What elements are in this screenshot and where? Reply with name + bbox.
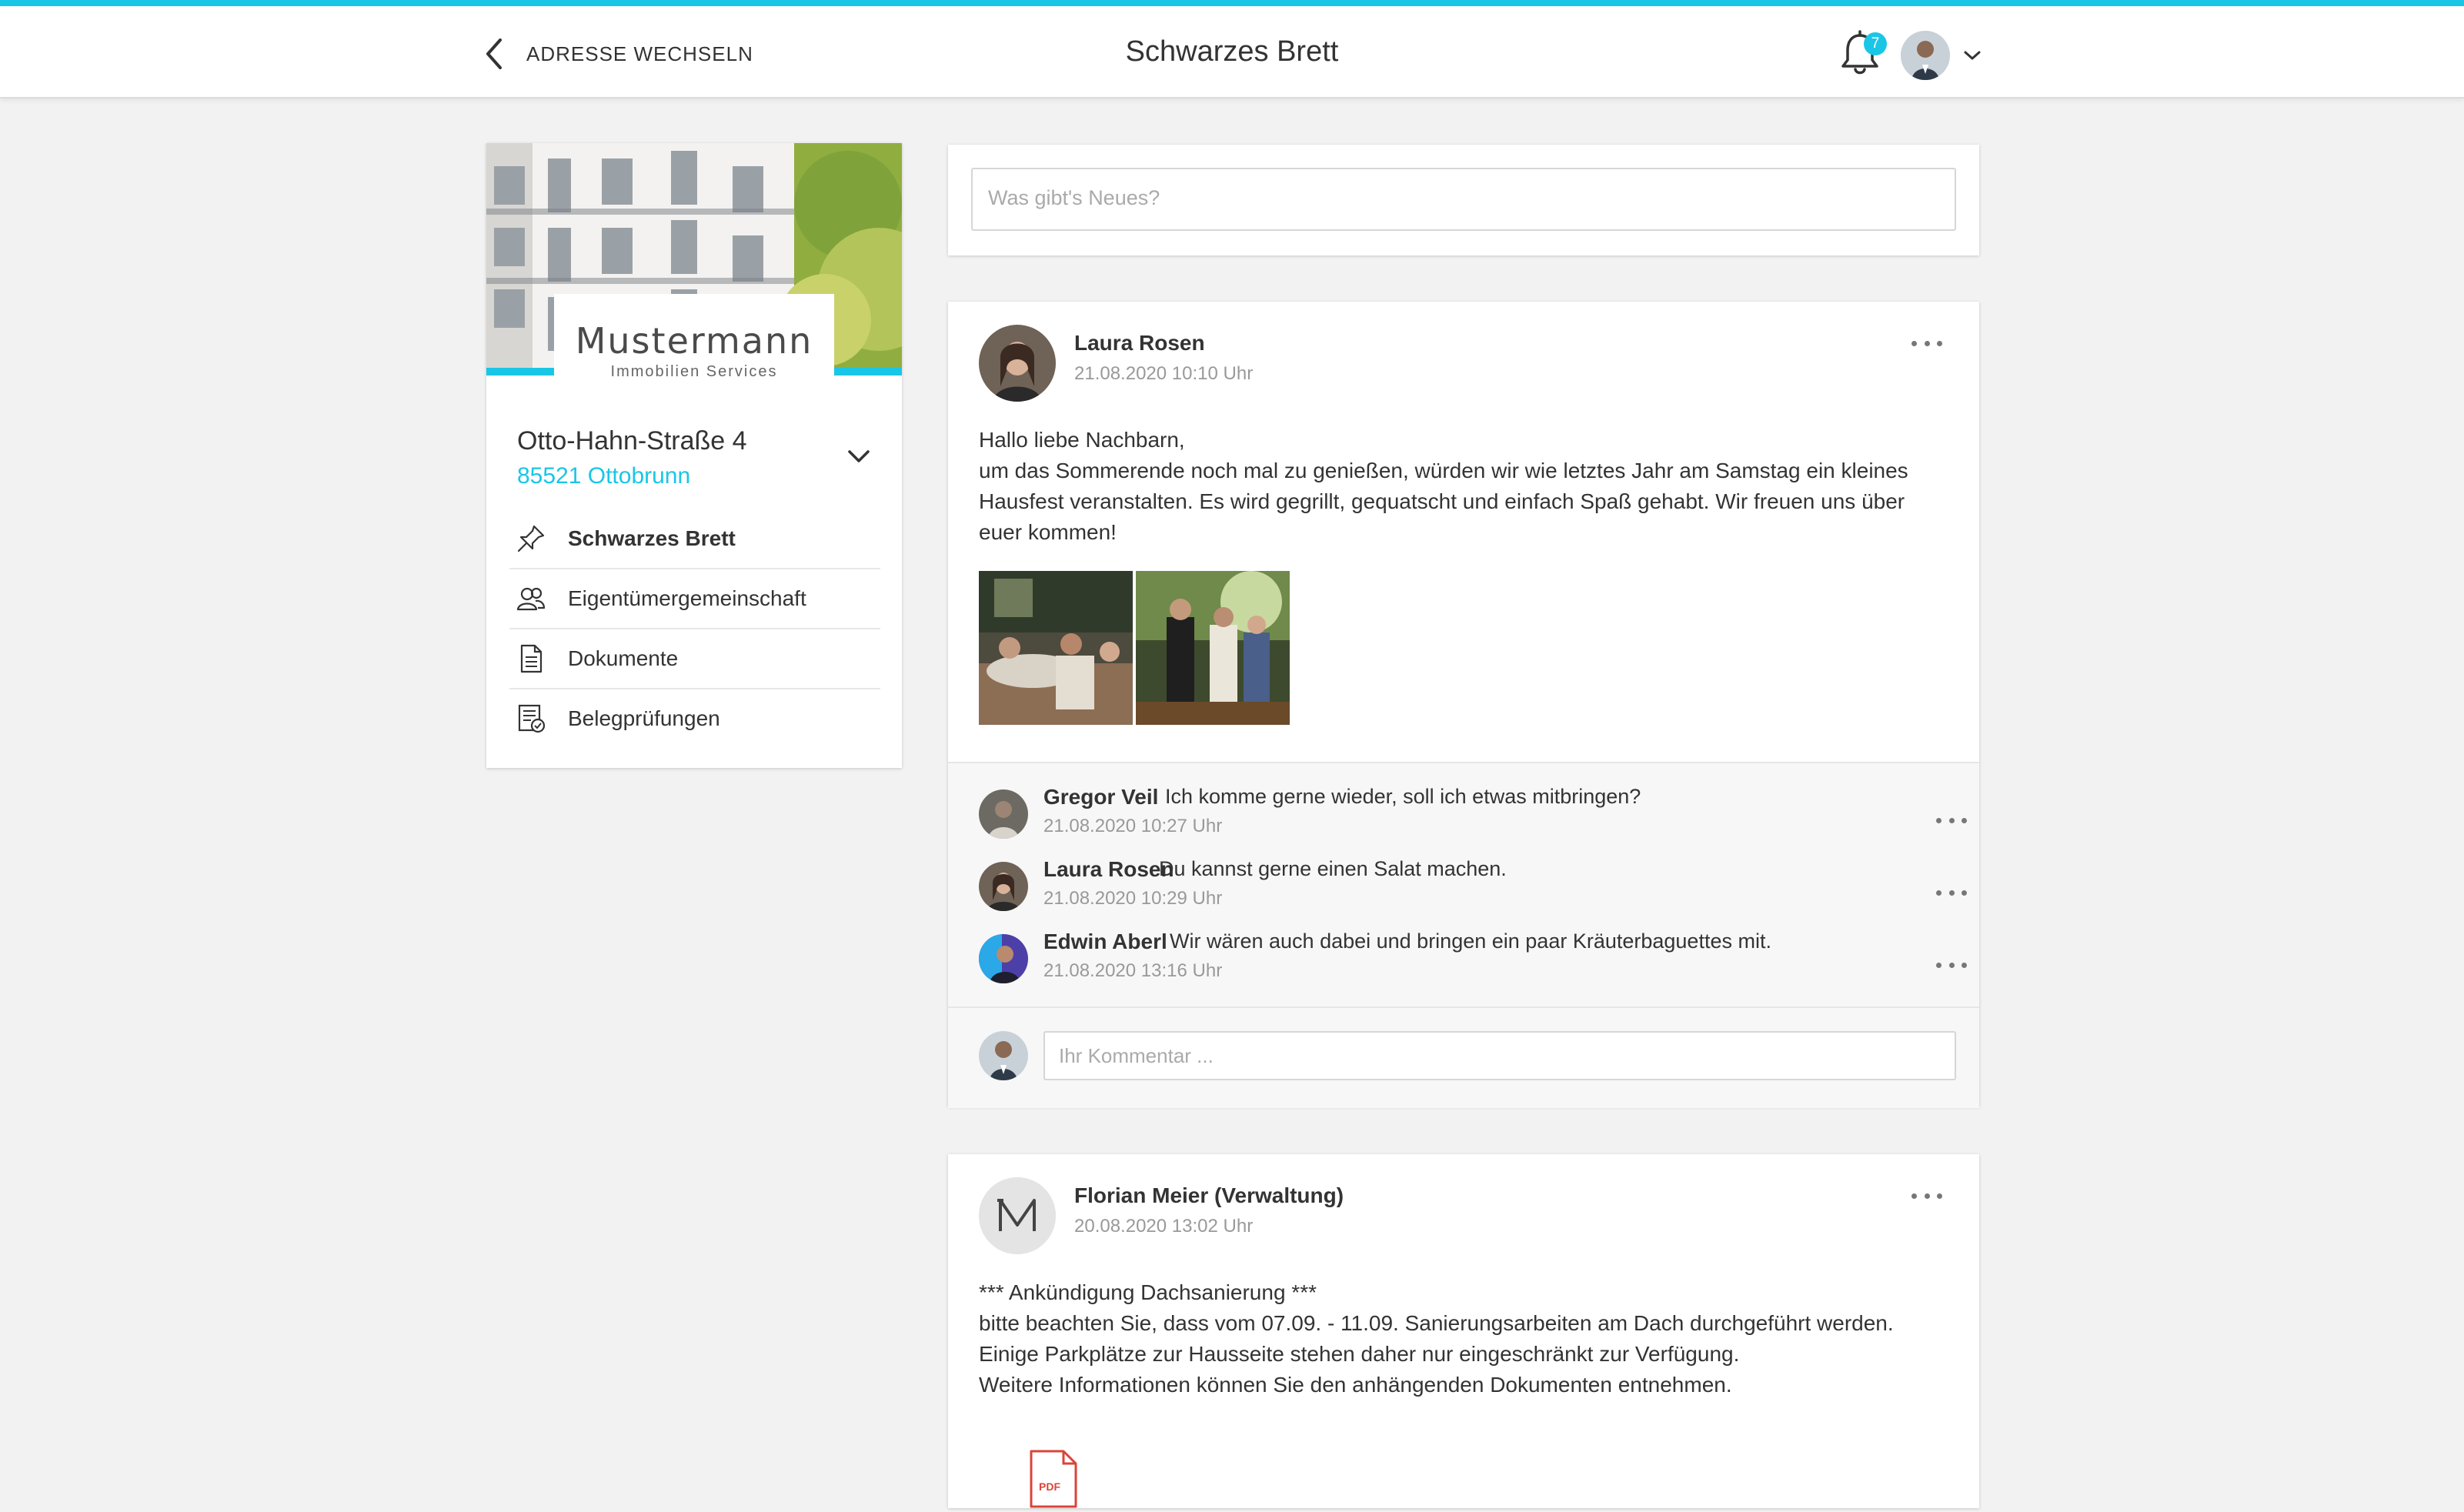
comment: Edwin Aberl Wir wären auch dabei und bri… [979,930,1967,991]
comment-date: 21.08.2020 10:27 Uhr [1043,816,1223,836]
receipt-check-icon [518,704,546,733]
comment-text: Wir wären auch dabei und bringen ein paa… [1170,930,1771,953]
comment-avatar [979,934,1028,983]
post-card: Laura Rosen 21.08.2020 10:10 Uhr Hallo l… [948,302,1979,1108]
app-header: ADRESSE WECHSELN Schwarzes Brett 7 [0,6,2464,98]
post-date: 21.08.2020 10:10 Uhr [1074,363,1254,384]
comment: Laura Rosen Du kannst gerne einen Salat … [979,857,1967,919]
property-street: Otto-Hahn-Straße 4 [517,426,747,456]
property-city: 85521 Ottobrunn [517,463,691,489]
author-avatar [979,1177,1056,1254]
nav-item-belegpruefungen[interactable]: Belegprüfungen [509,689,880,748]
nav-item-dokumente[interactable]: Dokumente [509,629,880,689]
comment-avatar [979,862,1028,911]
post-card: Florian Meier (Verwaltung) 20.08.2020 13… [948,1154,1979,1508]
comments-section: Gregor Veil Ich komme gerne wieder, soll… [948,762,1979,1108]
comment-author[interactable]: Edwin Aberl [1043,930,1167,954]
chevron-down-icon [848,450,870,462]
current-user-avatar [979,1031,1028,1080]
comment-more-button[interactable] [1936,885,1967,900]
comment-date: 21.08.2020 13:16 Uhr [1043,960,1223,981]
property-nav: Schwarzes Brett Eigentümergemeinschaft D… [509,509,880,748]
comment-text: Ich komme gerne wieder, soll ich etwas m… [1165,785,1641,808]
nav-item-eigentuemergemeinschaft[interactable]: Eigentümergemeinschaft [509,569,880,629]
change-address-label: ADRESSE WECHSELN [526,42,753,65]
top-accent-bar [0,0,2464,6]
post-body: *** Ankündigung Dachsanierung *** bitte … [979,1280,1894,1397]
post-photo[interactable] [979,571,1133,725]
group-icon [516,587,546,611]
pdf-file-icon [1030,1450,1077,1508]
comment-input-row [948,1006,1979,1108]
current-user-avatar [1901,31,1950,80]
nav-item-schwarzes-brett[interactable]: Schwarzes Brett [509,509,880,569]
comment-author[interactable]: Laura Rosen [1043,857,1174,882]
new-post-input[interactable] [971,168,1956,231]
post-more-button[interactable] [1911,335,1942,351]
post-more-button[interactable] [1911,1188,1942,1203]
post-author[interactable]: Florian Meier (Verwaltung) [1074,1183,1344,1208]
change-address-button[interactable]: ADRESSE WECHSELN [483,35,753,72]
chevron-down-icon [1964,51,1981,60]
post-composer [948,145,1979,255]
comment-input[interactable] [1043,1031,1956,1080]
comment-avatar [979,789,1028,839]
user-menu[interactable] [1901,31,1982,80]
comment-author[interactable]: Gregor Veil [1043,785,1158,809]
address-dropdown-toggle[interactable] [843,445,874,468]
pdf-attachment[interactable]: PDF [1028,1450,1079,1508]
comment-more-button[interactable] [1936,957,1967,973]
pin-icon [517,525,545,552]
post-date: 20.08.2020 13:02 Uhr [1074,1216,1254,1237]
document-icon [520,644,543,673]
page-title: Schwarzes Brett [1125,35,1339,68]
post-body: Hallo liebe Nachbarn, um das Sommerende … [979,428,1908,544]
notification-count-badge: 7 [1864,32,1887,55]
company-logo: Mustermann Immobilien Services [554,294,834,403]
comment-more-button[interactable] [1936,813,1967,828]
chevron-left-icon [486,38,502,69]
property-card: Mustermann Immobilien Services Otto-Hahn… [486,143,902,768]
comment-date: 21.08.2020 10:29 Uhr [1043,888,1223,909]
post-photo[interactable] [1136,571,1290,725]
post-author[interactable]: Laura Rosen [1074,331,1205,355]
author-avatar [979,325,1056,402]
comment-text: Du kannst gerne einen Salat machen. [1159,857,1507,880]
comment: Gregor Veil Ich komme gerne wieder, soll… [979,785,1967,846]
